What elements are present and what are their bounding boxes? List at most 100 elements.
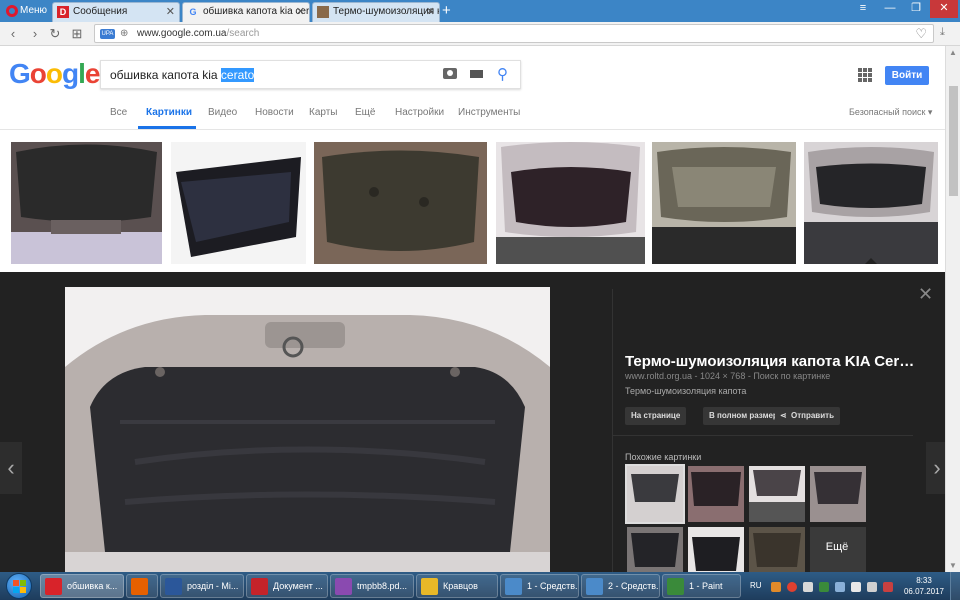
tab-images[interactable]: Картинки xyxy=(146,107,192,118)
tray-app-icon[interactable] xyxy=(803,582,813,592)
preview-meta[interactable]: www.roltd.org.ua - 1024 × 768 - Поиск по… xyxy=(625,371,830,381)
back-icon[interactable]: ‹ xyxy=(6,26,20,42)
visit-page-button[interactable]: На странице xyxy=(625,407,687,425)
scroll-up-icon[interactable]: ▲ xyxy=(949,48,957,57)
search-icon[interactable]: ⚲ xyxy=(497,65,508,83)
taskbar-item[interactable]: Кравцов xyxy=(416,574,498,598)
tab-video[interactable]: Видео xyxy=(208,107,237,118)
tab-messages[interactable]: D Сообщения ✕ xyxy=(52,2,180,22)
language-indicator[interactable]: RU xyxy=(750,581,762,590)
hood-image xyxy=(804,142,938,264)
volume-icon[interactable] xyxy=(867,582,877,592)
more-label: Ещё xyxy=(825,541,849,553)
reader-icon xyxy=(251,578,268,595)
tray-app-icon[interactable] xyxy=(819,582,829,592)
tab-maps[interactable]: Карты xyxy=(309,107,338,118)
tab-close-icon[interactable]: ✕ xyxy=(296,3,305,21)
logo-letter: o xyxy=(29,58,47,89)
forward-icon[interactable]: › xyxy=(28,26,42,42)
tab-settings[interactable]: Настройки xyxy=(395,107,444,118)
search-input[interactable]: обшивка капота kia cerato ⚲ xyxy=(100,60,521,89)
image-info-panel: Термо-шумоизоляция капота KIA Cer… www.r… xyxy=(612,289,914,583)
network-icon[interactable] xyxy=(835,582,845,592)
speed-dial-icon[interactable]: ⊞ xyxy=(70,26,84,42)
query-text: обшивка капота kia xyxy=(110,68,221,82)
image-tab-icon xyxy=(317,6,329,18)
tab-close-icon[interactable]: ✕ xyxy=(426,3,435,21)
opera-menu-button[interactable]: Меню xyxy=(2,2,50,20)
tab-image-page[interactable]: Термо-шумоизоляция ка ✕ xyxy=(312,2,440,22)
taskbar-item[interactable]: обшивка к... xyxy=(40,574,124,598)
logo-letter: o xyxy=(45,58,63,89)
action-center-icon[interactable] xyxy=(883,582,893,592)
share-button[interactable]: ⋖ Отправить xyxy=(775,407,840,425)
safe-search-dropdown[interactable]: Безопасный поиск ▾ xyxy=(849,107,932,118)
share-icon: ⋖ xyxy=(780,411,787,420)
clock-date: 06.07.2017 xyxy=(903,587,945,596)
paint-icon xyxy=(667,578,684,595)
similar-image[interactable] xyxy=(625,464,685,524)
similar-image[interactable] xyxy=(688,466,744,522)
tab-close-icon[interactable]: ✕ xyxy=(166,3,175,21)
logo-letter: e xyxy=(84,58,101,89)
close-window-icon[interactable]: ✕ xyxy=(930,0,958,18)
sign-in-button[interactable]: Войти xyxy=(885,66,929,85)
clock[interactable]: 8:33 06.07.2017 xyxy=(899,575,949,597)
preview-image[interactable] xyxy=(65,287,550,572)
reload-icon[interactable]: ↻ xyxy=(48,26,62,42)
show-desktop-button[interactable] xyxy=(950,572,960,600)
tab-google-search[interactable]: G обшивка капота kia cerato ✕ xyxy=(182,2,310,22)
image-result-selected[interactable] xyxy=(804,142,938,264)
url-domain: www.google.com.ua xyxy=(137,28,227,39)
google-logo[interactable]: Google xyxy=(9,58,101,90)
keyboard-icon[interactable] xyxy=(470,70,483,78)
scroll-down-icon[interactable]: ▼ xyxy=(949,561,957,570)
new-tab-button[interactable]: + xyxy=(442,3,451,19)
url-text: www.google.com.ua/search xyxy=(137,28,259,39)
tab-more[interactable]: Ещё xyxy=(355,107,375,118)
taskbar-item[interactable]: 1 - Paint xyxy=(662,574,741,598)
minimize-icon[interactable]: — xyxy=(878,0,902,18)
taskbar-item[interactable]: Документ ... xyxy=(246,574,328,598)
taskbar-item[interactable]: 1 - Средств... xyxy=(500,574,579,598)
scroll-thumb[interactable] xyxy=(949,86,958,196)
image-result[interactable] xyxy=(496,142,645,264)
url-field[interactable]: UPA ⊕ www.google.com.ua/search ♡ xyxy=(94,24,934,43)
heart-icon[interactable]: ♡ xyxy=(915,26,927,42)
preview-title[interactable]: Термо-шумоизоляция капота KIA Cer… xyxy=(625,353,914,370)
taskbar-item[interactable]: розділ - Mi... xyxy=(160,574,244,598)
tray-app-icon[interactable] xyxy=(851,582,861,592)
hood-image xyxy=(652,142,796,264)
tray-app-icon[interactable] xyxy=(771,582,781,592)
image-result[interactable] xyxy=(171,142,306,264)
taskbar-item-label: 2 - Средств... xyxy=(608,581,660,591)
similar-image[interactable] xyxy=(810,466,866,522)
camera-icon[interactable] xyxy=(443,68,457,79)
image-result[interactable] xyxy=(314,142,487,264)
taskbar-item[interactable]: 2 - Средств... xyxy=(581,574,660,598)
page-scrollbar[interactable]: ▲ ▼ xyxy=(945,46,960,572)
maximize-icon[interactable]: ❐ xyxy=(904,0,928,18)
close-preview-icon[interactable]: ✕ xyxy=(918,284,933,305)
tab-all[interactable]: Все xyxy=(110,107,127,118)
taskbar-item[interactable] xyxy=(126,574,158,598)
window-icon xyxy=(586,578,603,595)
taskbar-item[interactable]: tmpbb8.pd... xyxy=(330,574,414,598)
apps-grid-icon[interactable] xyxy=(858,68,872,82)
image-result[interactable] xyxy=(11,142,162,264)
tab-tools[interactable]: Инструменты xyxy=(458,107,520,118)
logo-letter: G xyxy=(9,58,31,89)
previous-image-arrow[interactable]: ‹ xyxy=(0,442,22,494)
windows-taskbar: обшивка к... розділ - Mi... Документ ... tm… xyxy=(0,572,960,600)
download-icon[interactable]: ⤓ xyxy=(940,26,945,39)
tabs-menu-icon[interactable]: ≡ xyxy=(850,0,876,18)
folder-icon xyxy=(421,578,438,595)
similar-image[interactable] xyxy=(749,466,805,522)
start-button[interactable] xyxy=(2,572,36,600)
image-result[interactable] xyxy=(652,142,796,264)
vpn-badge[interactable]: UPA xyxy=(100,29,115,39)
hood-image xyxy=(688,466,744,522)
hood-image xyxy=(749,466,805,522)
tab-news[interactable]: Новости xyxy=(255,107,294,118)
tray-alert-icon[interactable] xyxy=(787,582,797,592)
